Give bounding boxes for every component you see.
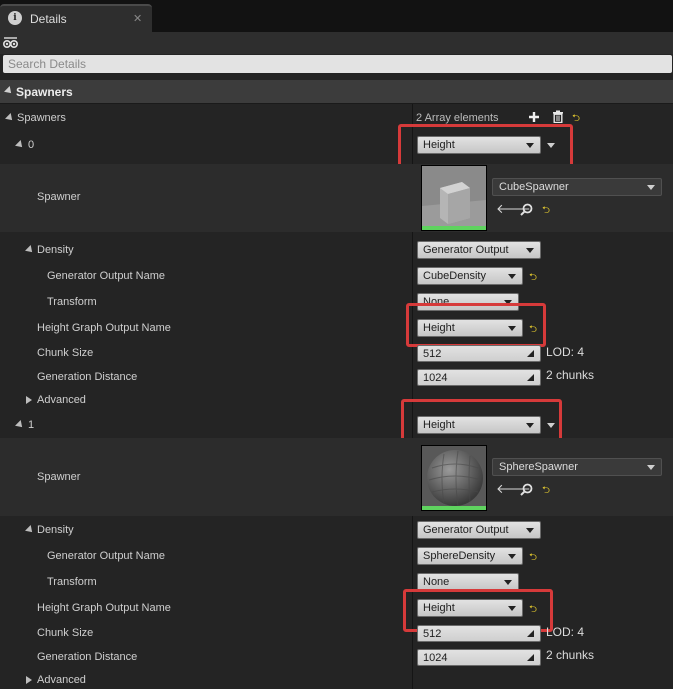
spawner-label: Spawner xyxy=(37,471,81,483)
asset-name: SphereSpawner xyxy=(499,461,578,473)
expand-arrow-icon[interactable] xyxy=(5,113,15,123)
chunks-text: 2 chunks xyxy=(546,648,595,662)
search-icon[interactable] xyxy=(520,483,533,496)
add-icon[interactable] xyxy=(528,111,540,123)
chunk-size-value: 512 xyxy=(423,628,442,640)
gen-output-name-label: Generator Output Name xyxy=(47,270,166,282)
transform-value: None xyxy=(423,576,450,588)
chunk-size-input[interactable]: 512 xyxy=(417,345,541,362)
resize-grip-icon[interactable] xyxy=(527,629,535,638)
highlight-box xyxy=(406,303,546,347)
tab-title: Details xyxy=(30,12,67,26)
type-select[interactable]: Height xyxy=(417,136,541,154)
density-value: Generator Output xyxy=(423,524,509,536)
gen-distance-label: Generation Distance xyxy=(37,371,138,383)
resize-grip-icon[interactable] xyxy=(527,373,535,382)
expand-arrow-icon[interactable] xyxy=(15,140,25,150)
gen-distance-input[interactable]: 1024 xyxy=(417,369,541,386)
category-header[interactable] xyxy=(0,80,673,104)
element-index: 1 xyxy=(28,419,35,431)
dropdown-icon xyxy=(526,248,534,253)
cube-thumbnail[interactable] xyxy=(421,165,487,231)
dropdown-icon xyxy=(508,554,516,559)
spawner-row-bg xyxy=(0,164,673,232)
reset-arrow-icon[interactable]: ⮌ xyxy=(529,550,537,567)
collapse-arrow-icon[interactable] xyxy=(26,396,32,404)
gen-output-name-select[interactable]: CubeDensity xyxy=(417,267,523,285)
dropdown-icon xyxy=(647,465,655,470)
lod-text: LOD: 4 xyxy=(546,345,585,359)
type-select-value: Height xyxy=(423,419,455,431)
search-placeholder: Search Details xyxy=(8,57,87,71)
collapse-arrow-icon[interactable] xyxy=(26,676,32,684)
dropdown-icon xyxy=(647,185,655,190)
chunk-size-label: Chunk Size xyxy=(37,347,94,359)
dropdown-icon xyxy=(508,274,516,279)
dropdown-icon xyxy=(526,423,534,428)
expand-arrow-icon[interactable] xyxy=(15,420,25,430)
density-value: Generator Output xyxy=(423,244,509,256)
spawners-array-label: Spawners xyxy=(17,112,66,124)
category-title: Spawners xyxy=(16,85,73,99)
resize-grip-icon[interactable] xyxy=(527,653,535,662)
chunks-text: 2 chunks xyxy=(546,368,595,382)
density-label: Density xyxy=(37,244,74,256)
height-output-label: Height Graph Output Name xyxy=(37,322,171,334)
lod-text: LOD: 4 xyxy=(546,625,585,639)
gen-output-name-value: CubeDensity xyxy=(423,270,486,282)
details-tab[interactable]: i Details ✕ xyxy=(0,4,152,32)
toolbar xyxy=(0,32,673,54)
chunk-size-value: 512 xyxy=(423,348,442,360)
asset-picker[interactable]: CubeSpawner xyxy=(492,178,662,196)
expand-arrow-icon[interactable] xyxy=(25,245,35,255)
gen-distance-label: Generation Distance xyxy=(37,651,138,663)
advanced-label: Advanced xyxy=(37,394,86,406)
gen-output-name-select[interactable]: SphereDensity xyxy=(417,547,523,565)
spawner-row-bg xyxy=(0,438,673,516)
dropdown-icon xyxy=(526,143,534,148)
element-index: 0 xyxy=(28,139,35,151)
asset-picker[interactable]: SphereSpawner xyxy=(492,458,662,476)
search-input[interactable]: Search Details xyxy=(3,55,672,73)
height-output-label: Height Graph Output Name xyxy=(37,602,171,614)
resize-grip-icon[interactable] xyxy=(527,349,535,358)
type-select[interactable]: Height xyxy=(417,416,541,434)
element-menu-dropdown-icon[interactable] xyxy=(547,423,555,428)
close-icon[interactable]: ✕ xyxy=(133,12,142,25)
reset-arrow-icon[interactable]: ⮌ xyxy=(542,203,550,220)
dropdown-icon xyxy=(526,528,534,533)
gen-distance-value: 1024 xyxy=(423,652,448,664)
transform-label: Transform xyxy=(47,576,97,588)
gen-distance-input[interactable]: 1024 xyxy=(417,649,541,666)
details-panel: i Details ✕ Search Details Spawners Spaw… xyxy=(0,0,673,689)
asset-name: CubeSpawner xyxy=(499,181,569,193)
reset-arrow-icon[interactable]: ⮌ xyxy=(529,270,537,287)
info-icon: i xyxy=(8,11,22,25)
element-menu-dropdown-icon[interactable] xyxy=(547,143,555,148)
reset-arrow-icon[interactable]: ⮌ xyxy=(542,483,550,500)
dropdown-icon xyxy=(504,580,512,585)
spawner-label: Spawner xyxy=(37,191,81,203)
trash-icon[interactable] xyxy=(552,110,564,123)
transform-label: Transform xyxy=(47,296,97,308)
advanced-label: Advanced xyxy=(37,674,86,686)
gen-output-name-value: SphereDensity xyxy=(423,550,496,562)
array-count: 2 Array elements xyxy=(416,112,499,124)
gen-distance-value: 1024 xyxy=(423,372,448,384)
density-label: Density xyxy=(37,524,74,536)
gen-output-name-label: Generator Output Name xyxy=(47,550,166,562)
search-icon[interactable] xyxy=(520,203,533,216)
chunk-size-input[interactable]: 512 xyxy=(417,625,541,642)
chunk-size-label: Chunk Size xyxy=(37,627,94,639)
eye-icon[interactable] xyxy=(2,34,20,50)
expand-arrow-icon[interactable] xyxy=(25,525,35,535)
density-select[interactable]: Generator Output xyxy=(417,241,541,259)
density-select[interactable]: Generator Output xyxy=(417,521,541,539)
reset-arrow-icon[interactable]: ⮌ xyxy=(572,111,580,128)
type-select-value: Height xyxy=(423,139,455,151)
sphere-thumbnail[interactable] xyxy=(421,445,487,511)
